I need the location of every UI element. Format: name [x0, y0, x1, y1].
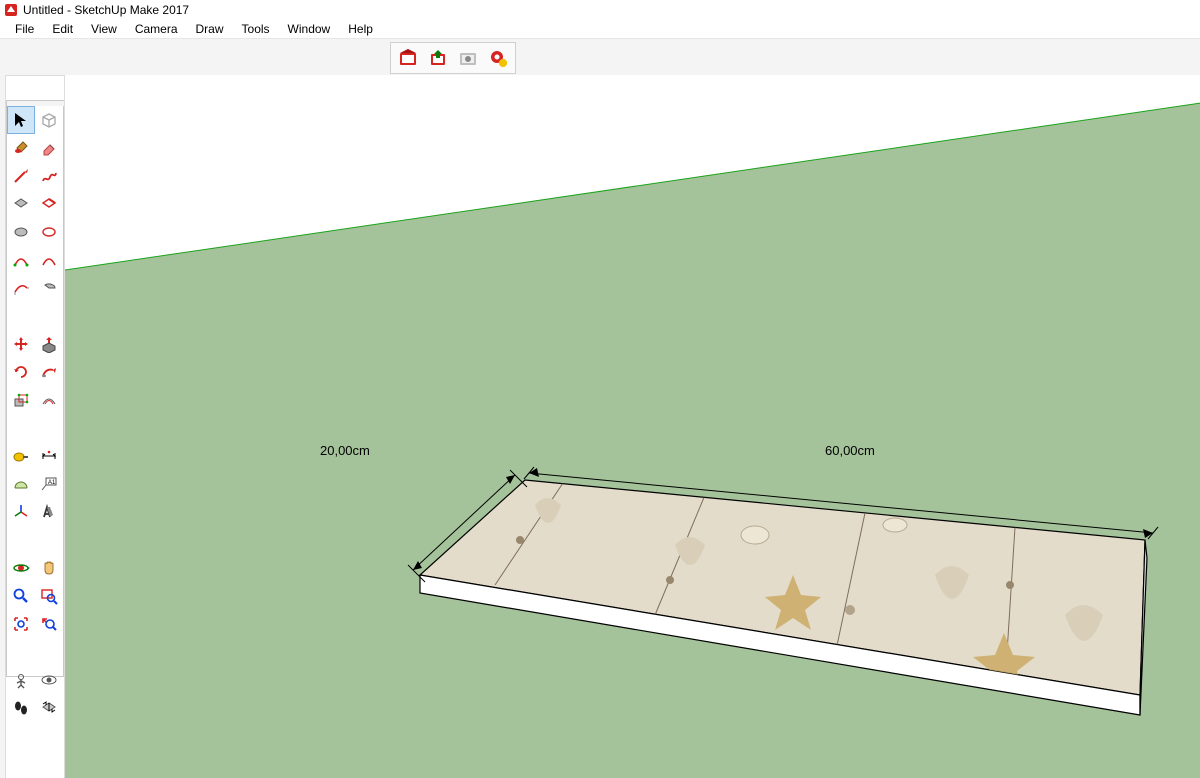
palette-separator [7, 526, 63, 532]
line-tool[interactable] [7, 162, 35, 190]
sketchup-app-icon [4, 3, 18, 17]
dimension-tool[interactable] [35, 442, 63, 470]
eraser-tool[interactable] [35, 134, 63, 162]
menu-camera[interactable]: Camera [126, 21, 187, 37]
select-tool[interactable] [7, 106, 35, 134]
warehouse-toolbar [390, 42, 516, 74]
window-titlebar: Untitled - SketchUp Make 2017 [0, 0, 1200, 19]
freehand-tool[interactable] [35, 162, 63, 190]
menu-bar: File Edit View Camera Draw Tools Window … [0, 19, 1200, 39]
menu-window[interactable]: Window [279, 21, 340, 37]
paint-bucket-tool[interactable] [7, 134, 35, 162]
menu-view[interactable]: View [82, 21, 126, 37]
zoom-tool[interactable] [7, 582, 35, 610]
zoom-window-tool[interactable] [35, 582, 63, 610]
polygon-tool[interactable] [35, 218, 63, 246]
arc-tool[interactable] [7, 246, 35, 274]
palette-separator [7, 302, 63, 308]
share-model-icon[interactable] [425, 45, 451, 71]
model-viewport[interactable]: 20,00cm 60,00cm [64, 75, 1200, 778]
3d-text-tool[interactable] [35, 498, 63, 526]
extension-manager-icon[interactable] [485, 45, 511, 71]
dimension-width-label: 60,00cm [825, 443, 875, 458]
rectangle-tool[interactable] [7, 190, 35, 218]
tape-measure-tool[interactable] [7, 442, 35, 470]
follow-me-tool[interactable] [35, 358, 63, 386]
palette-separator [7, 638, 63, 644]
protractor-tool[interactable] [7, 470, 35, 498]
orbit-tool[interactable] [7, 554, 35, 582]
make-component-tool[interactable] [35, 106, 63, 134]
text-label-tool[interactable]: A1 [35, 470, 63, 498]
pie-tool[interactable] [35, 274, 63, 302]
circle-tool[interactable] [7, 218, 35, 246]
palette-separator [7, 414, 63, 420]
previous-view-tool[interactable] [35, 610, 63, 638]
zoom-extents-tool[interactable] [7, 610, 35, 638]
3d-warehouse-icon[interactable] [395, 45, 421, 71]
scale-tool[interactable] [7, 386, 35, 414]
rotate-tool[interactable] [7, 358, 35, 386]
upper-toolbar [0, 39, 1200, 76]
three-point-arc-tool[interactable] [7, 274, 35, 302]
pan-tool[interactable] [35, 554, 63, 582]
axes-tool[interactable] [7, 498, 35, 526]
move-tool[interactable] [7, 330, 35, 358]
walk-tool[interactable] [7, 694, 35, 722]
rotated-rectangle-tool[interactable] [35, 190, 63, 218]
menu-edit[interactable]: Edit [43, 21, 82, 37]
menu-help[interactable]: Help [339, 21, 382, 37]
menu-tools[interactable]: Tools [233, 21, 279, 37]
look-around-tool[interactable] [35, 666, 63, 694]
section-plane-tool[interactable] [35, 694, 63, 722]
svg-text:A1: A1 [48, 480, 56, 486]
dimension-depth-label: 20,00cm [320, 443, 370, 458]
menu-draw[interactable]: Draw [187, 21, 233, 37]
main-area: A1 [0, 75, 1200, 778]
extension-warehouse-icon[interactable] [455, 45, 481, 71]
offset-tool[interactable] [35, 386, 63, 414]
large-toolset: A1 [6, 105, 64, 677]
position-camera-tool[interactable] [7, 666, 35, 694]
window-title: Untitled - SketchUp Make 2017 [23, 3, 189, 17]
push-pull-tool[interactable] [35, 330, 63, 358]
menu-file[interactable]: File [6, 21, 43, 37]
two-point-arc-tool[interactable] [35, 246, 63, 274]
